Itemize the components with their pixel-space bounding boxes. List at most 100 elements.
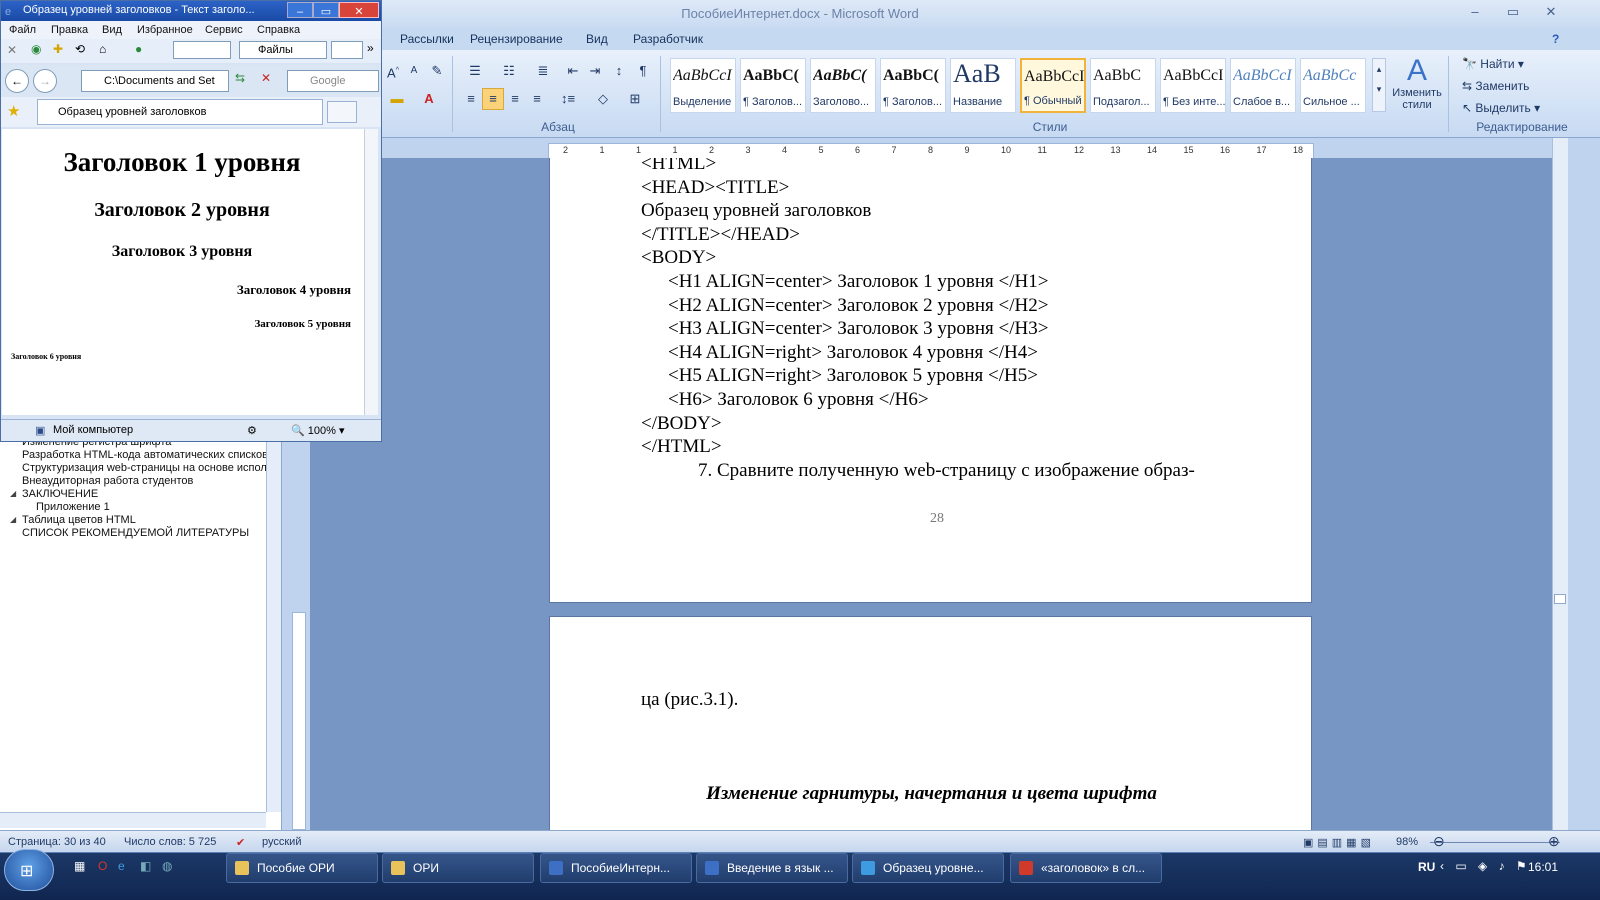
tab-mailings[interactable]: Рассылки	[400, 32, 454, 46]
code-line[interactable]: <H3 ALIGN=center> Заголовок 3 уровня </H…	[668, 318, 1048, 340]
refresh-icon[interactable]: ⇆	[235, 71, 245, 85]
multilevel-list-icon[interactable]: ≣	[528, 60, 558, 82]
style-2[interactable]: AaBbC(¶ Заголов...	[740, 58, 806, 113]
style-5[interactable]: AaB Название	[950, 58, 1016, 113]
start-button[interactable]: ⊞	[4, 849, 54, 891]
find-button[interactable]: 🔭 Найти ▾	[1462, 57, 1524, 71]
taskbar-button[interactable]: ОРИ	[382, 853, 534, 883]
ie-scrollbar[interactable]	[364, 129, 378, 415]
code-line[interactable]: <HEAD><TITLE>	[641, 177, 789, 199]
taskbar-button[interactable]: Образец уровне...	[852, 853, 1004, 883]
add-favorite-icon[interactable]: ✚	[53, 42, 63, 56]
sort-icon[interactable]: ↕	[608, 60, 630, 82]
back-button[interactable]: ←	[5, 69, 29, 93]
toolbar-box[interactable]	[173, 41, 231, 59]
align-center-icon[interactable]: ≡	[482, 88, 504, 110]
change-styles-button[interactable]: A Изменить стили	[1390, 54, 1444, 116]
taskbar-button[interactable]: «заголовок» в сл...	[1010, 853, 1162, 883]
maximize-button[interactable]: ▭	[1500, 2, 1526, 22]
align-left-icon[interactable]: ≡	[460, 88, 482, 110]
view-buttons[interactable]: ▣▤▥▦▧	[1303, 836, 1375, 849]
clock[interactable]: 16:01	[1528, 860, 1558, 874]
spelling-icon[interactable]: ✔	[236, 836, 245, 849]
code-line[interactable]: <H5 ALIGN=right> Заголовок 5 уровня </H5…	[668, 365, 1038, 387]
highlight-icon[interactable]: ▬	[382, 88, 412, 110]
new-tab-button[interactable]	[327, 101, 357, 123]
forward-button[interactable]: →	[33, 69, 57, 93]
toolbar-field[interactable]	[331, 41, 363, 59]
app-quicklaunch-icon[interactable]: ◧	[140, 859, 151, 873]
section-heading[interactable]: Изменение гарнитуры, начертания и цвета …	[550, 783, 1313, 805]
pilcrow-icon[interactable]: ¶	[632, 60, 654, 82]
taskbar-button[interactable]: Пособие ОРИ	[226, 853, 378, 883]
ie-minimize-button[interactable]: –	[287, 2, 313, 18]
code-line[interactable]: <H2 ALIGN=center> Заголовок 2 уровня </H…	[668, 295, 1048, 317]
menu-edit[interactable]: Правка	[51, 24, 88, 36]
justify-icon[interactable]: ≡	[526, 88, 548, 110]
menu-favorites[interactable]: Избранное	[137, 24, 193, 36]
ie-tab[interactable]: Образец уровней заголовков	[37, 99, 323, 125]
taskbar-button[interactable]: ПособиеИнтерн...	[540, 853, 692, 883]
bullets-icon[interactable]: ☰	[460, 60, 490, 82]
code-line[interactable]: Образец уровней заголовков	[641, 200, 871, 222]
network-quicklaunch-icon[interactable]: ◍	[162, 859, 172, 873]
overflow-chevron-icon[interactable]: »	[367, 41, 374, 55]
tab-view[interactable]: Вид	[586, 32, 608, 46]
code-line[interactable]: </HTML>	[641, 436, 722, 458]
opera-icon[interactable]: O	[98, 859, 107, 873]
horizontal-ruler[interactable]: 2 1 1 1 2 3 4 5 6 7 8 9 10 11 12 13 14 15 16 17 18	[548, 143, 1314, 159]
language[interactable]: русский	[262, 836, 301, 848]
nav-item[interactable]: Внеаудиторная работа студентов	[22, 475, 193, 487]
style-1[interactable]: AaBbCcI Выделение	[670, 58, 736, 113]
code-line[interactable]: 7. Сравните полученную web-страницу с из…	[698, 460, 1195, 482]
style-7[interactable]: AaBbC Подзагол...	[1090, 58, 1156, 113]
grow-font-button[interactable]: A^	[382, 60, 404, 82]
style-10[interactable]: AaBbCc Сильное ...	[1300, 58, 1366, 113]
line-spacing-icon[interactable]: ↕≡	[554, 88, 582, 110]
minimize-button[interactable]: –	[1462, 2, 1488, 22]
stop-load-icon[interactable]: ✕	[261, 71, 271, 85]
nav-item[interactable]: Структуризация web-страницы на основе ис…	[22, 462, 267, 474]
code-line[interactable]: <BODY>	[641, 247, 716, 269]
taskbar-button[interactable]: Введение в язык ...	[696, 853, 848, 883]
menu-tools[interactable]: Сервис	[205, 24, 243, 36]
zoom-level[interactable]: 98%	[1396, 836, 1418, 848]
stop-icon[interactable]: ✕	[7, 43, 17, 57]
close-button[interactable]: ✕	[1538, 2, 1564, 22]
shrink-font-button[interactable]: A	[404, 60, 424, 82]
shading-icon[interactable]: ◇	[588, 88, 618, 110]
code-line[interactable]: <H4 ALIGN=right> Заголовок 4 уровня </H4…	[668, 342, 1038, 364]
nav-item[interactable]: Таблица цветов HTML	[22, 514, 136, 526]
zoom-slider[interactable]	[1430, 842, 1560, 843]
style-4[interactable]: AaBbC(¶ Заголов...	[880, 58, 946, 113]
select-button[interactable]: ↖ Выделить ▾	[1462, 101, 1540, 115]
code-line[interactable]: <H1 ALIGN=center> Заголовок 1 уровня </H…	[668, 271, 1048, 293]
show-desktop-icon[interactable]: ▦	[74, 859, 85, 873]
home-icon[interactable]: ⌂	[99, 42, 106, 56]
vertical-scrollbar[interactable]	[1552, 138, 1568, 830]
increase-indent-icon[interactable]: ⇥	[584, 60, 606, 82]
replace-button[interactable]: ⇆ Заменить	[1462, 79, 1529, 93]
favorites-star-icon[interactable]: ★	[7, 102, 20, 120]
font-color-icon[interactable]: A	[416, 88, 442, 110]
ie-maximize-button[interactable]: ▭	[313, 2, 339, 18]
scroll-thumb[interactable]	[1554, 594, 1566, 604]
zoom-out-icon[interactable]: ⊖	[1433, 833, 1445, 850]
nav-horizontal-scrollbar[interactable]	[0, 812, 266, 828]
code-line[interactable]: <HTML>	[641, 158, 716, 175]
vertical-ruler[interactable]	[292, 612, 306, 830]
tab-review[interactable]: Рецензирование	[470, 32, 563, 46]
history-icon[interactable]: ⟲	[75, 42, 85, 56]
go-icon[interactable]: ●	[135, 42, 142, 56]
tab-developer[interactable]: Разработчик	[633, 32, 703, 46]
protected-mode-icon[interactable]: ⚙	[247, 424, 257, 437]
ie-close-button[interactable]: ✕	[339, 2, 379, 18]
ie-quicklaunch-icon[interactable]: e	[118, 859, 125, 873]
style-8[interactable]: AaBbCcI ¶ Без инте...	[1160, 58, 1226, 113]
nav-item[interactable]: Приложение 1	[36, 501, 110, 513]
style-9[interactable]: AaBbCcI Слабое в...	[1230, 58, 1296, 113]
code-line[interactable]: <H6> Заголовок 6 уровня </H6>	[668, 389, 929, 411]
help-icon[interactable]: ?	[1552, 32, 1559, 46]
zoom-in-icon[interactable]: ⊕	[1548, 833, 1560, 850]
page-text-line[interactable]: ца (рис.3.1).	[641, 689, 738, 711]
